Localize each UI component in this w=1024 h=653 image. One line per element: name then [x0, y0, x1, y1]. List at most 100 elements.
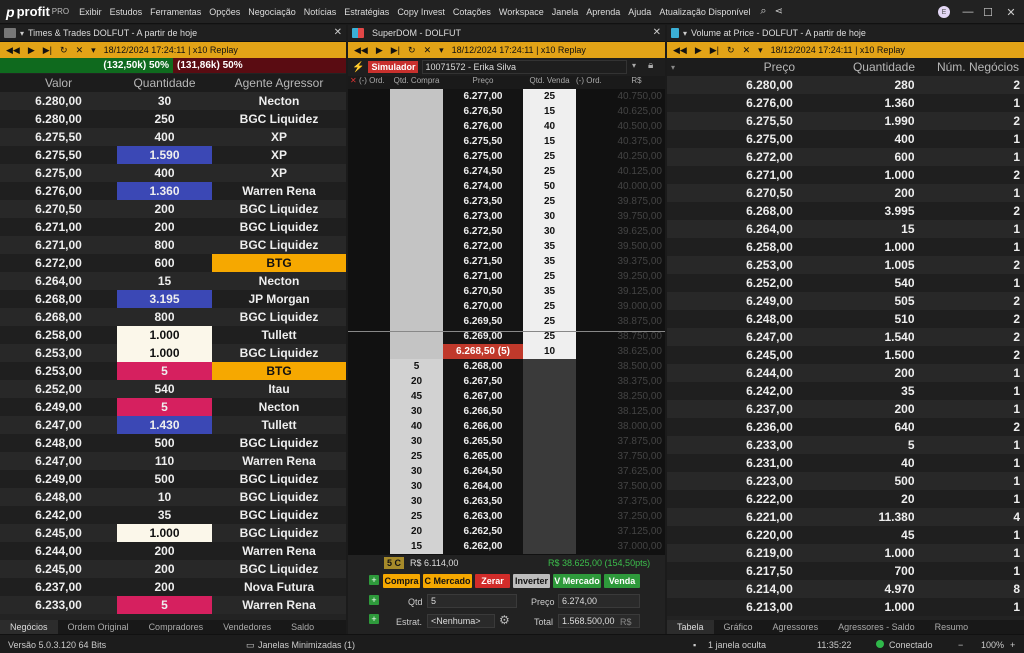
chevron-down-icon[interactable]: ▾	[683, 29, 687, 38]
dom-row[interactable]: 15 6.262,00 37.000,00	[348, 539, 665, 554]
trade-row[interactable]: 6.253,00 1.000 BGC Liquidez	[0, 344, 346, 362]
vap-row[interactable]: 6.264,00 15 1	[667, 220, 1024, 238]
dom-row[interactable]: 6.276,50 15 40.625,00	[348, 104, 665, 119]
menu-item[interactable]: Negociação	[244, 7, 300, 17]
price-cell[interactable]: 6.274,00	[443, 179, 523, 194]
sort-icon[interactable]: ▾	[667, 63, 685, 72]
price-cell[interactable]: 6.263,00	[443, 509, 523, 524]
dom-row[interactable]: 45 6.267,00 38.250,00	[348, 389, 665, 404]
price-cell[interactable]: 6.263,50	[443, 494, 523, 509]
col-valor[interactable]: Valor	[0, 76, 117, 90]
dom-row[interactable]: 40 6.266,00 38.000,00	[348, 419, 665, 434]
vap-row[interactable]: 6.275,00 400 1	[667, 130, 1024, 148]
stop-icon[interactable]: ✕	[424, 45, 432, 56]
trade-row[interactable]: 6.247,00 110 Warren Rena	[0, 452, 346, 470]
vap-row[interactable]: 6.270,50 200 1	[667, 184, 1024, 202]
price-cell[interactable]: 6.276,00	[443, 119, 523, 134]
lock-icon[interactable]: 🔒︎	[648, 60, 653, 71]
menu-item[interactable]: Estratégias	[340, 7, 393, 17]
menu-item[interactable]: Notícias	[300, 7, 341, 17]
trade-row[interactable]: 6.275,50 1.590 XP	[0, 146, 346, 164]
trade-row[interactable]: 6.280,00 250 BGC Liquidez	[0, 110, 346, 128]
dom-row[interactable]: 6.270,00 25 39.000,00	[348, 299, 665, 314]
vap-row[interactable]: 6.253,00 1.005 2	[667, 256, 1024, 274]
price-cell[interactable]: 6.266,00	[443, 419, 523, 434]
vap-row[interactable]: 6.213,00 1.000 1	[667, 598, 1024, 616]
vap-row[interactable]: 6.271,00 1.000 2	[667, 166, 1024, 184]
col-ord-buy[interactable]: ✕ (-) Ord.	[348, 76, 390, 89]
dom-row[interactable]: 6.268,50 (5) 10 38.625,00	[348, 344, 665, 359]
trade-row[interactable]: 6.242,00 35 BGC Liquidez	[0, 506, 346, 524]
refresh-icon[interactable]: ↻	[408, 45, 416, 56]
trade-row[interactable]: 6.275,50 400 XP	[0, 128, 346, 146]
add-icon[interactable]: +	[369, 575, 379, 585]
price-cell[interactable]: 6.272,50	[443, 224, 523, 239]
trade-row[interactable]: 6.233,00 5 Warren Rena	[0, 596, 346, 614]
trade-row[interactable]: 6.268,00 800 BGC Liquidez	[0, 308, 346, 326]
zoom-out-icon[interactable]: −	[958, 640, 963, 650]
vap-row[interactable]: 6.236,00 640 2	[667, 418, 1024, 436]
reverse-button[interactable]: Inverter	[513, 574, 550, 588]
dom-row[interactable]: 6.272,00 35 39.500,00	[348, 239, 665, 254]
buy-market-button[interactable]: C Mercado	[423, 574, 472, 588]
menu-item[interactable]: Ajuda	[624, 7, 655, 17]
tab-0[interactable]: Tabela	[667, 620, 714, 634]
price-cell[interactable]: 6.270,00	[443, 299, 523, 314]
trade-row[interactable]: 6.253,00 5 BTG	[0, 362, 346, 380]
price-cell[interactable]: 6.268,00	[443, 359, 523, 374]
vap-row[interactable]: 6.233,00 5 1	[667, 436, 1024, 454]
tab-3[interactable]: Agressores - Saldo	[828, 620, 925, 634]
price-cell[interactable]: 6.275,00	[443, 149, 523, 164]
trade-row[interactable]: 6.245,00 1.000 BGC Liquidez	[0, 524, 346, 542]
vap-row[interactable]: 6.280,00 280 2	[667, 76, 1024, 94]
vap-row[interactable]: 6.219,00 1.000 1	[667, 544, 1024, 562]
menu-item[interactable]: Exibir	[75, 7, 106, 17]
step-icon[interactable]: ▶|	[710, 45, 719, 56]
dom-row[interactable]: 6.274,50 25 40.125,00	[348, 164, 665, 179]
minimized-windows[interactable]: Janelas Minimizadas (1)	[258, 640, 355, 650]
tab-2[interactable]: Compradores	[139, 620, 214, 634]
add-icon[interactable]: +	[369, 595, 379, 605]
trade-row[interactable]: 6.271,00 200 BGC Liquidez	[0, 218, 346, 236]
vap-row[interactable]: 6.247,00 1.540 2	[667, 328, 1024, 346]
avatar[interactable]: E	[938, 6, 950, 18]
trade-row[interactable]: 6.270,50 200 BGC Liquidez	[0, 200, 346, 218]
price-cell[interactable]: 6.262,00	[443, 539, 523, 554]
dom-row[interactable]: 30 6.266,50 38.125,00	[348, 404, 665, 419]
dom-row[interactable]: 6.270,50 35 39.125,00	[348, 284, 665, 299]
dropdown-icon[interactable]: ▾	[91, 45, 96, 56]
trade-row[interactable]: 6.237,00 200 Nova Futura	[0, 578, 346, 596]
tab-3[interactable]: Vendedores	[213, 620, 281, 634]
menu-item[interactable]: Janela	[548, 7, 583, 17]
play-icon[interactable]: ▶	[28, 45, 35, 56]
sell-button[interactable]: Venda	[604, 574, 640, 588]
price-cell[interactable]: 6.264,00	[443, 479, 523, 494]
rewind-icon[interactable]: ◀◀	[354, 45, 368, 56]
vap-row[interactable]: 6.268,00 3.995 2	[667, 202, 1024, 220]
price-cell[interactable]: 6.272,00	[443, 239, 523, 254]
sell-market-button[interactable]: V Mercado	[553, 574, 601, 588]
vap-row[interactable]: 6.242,00 35 1	[667, 382, 1024, 400]
vap-row[interactable]: 6.237,00 200 1	[667, 400, 1024, 418]
play-icon[interactable]: ▶	[695, 45, 702, 56]
trade-row[interactable]: 6.271,00 800 BGC Liquidez	[0, 236, 346, 254]
vap-row[interactable]: 6.231,00 40 1	[667, 454, 1024, 472]
dom-row[interactable]: 5 6.268,00 38.500,00	[348, 359, 665, 374]
col-rs[interactable]: R$	[608, 76, 665, 89]
menu-item[interactable]: Opções	[205, 7, 244, 17]
trade-row[interactable]: 6.247,00 1.430 Tullett	[0, 416, 346, 434]
dom-row[interactable]: 6.272,50 30 39.625,00	[348, 224, 665, 239]
price-cell[interactable]: 6.267,50	[443, 374, 523, 389]
dom-row[interactable]: 25 6.263,00 37.250,00	[348, 509, 665, 524]
qtd-input[interactable]: 5	[427, 594, 517, 608]
trade-row[interactable]: 6.275,00 400 XP	[0, 164, 346, 182]
col-preco[interactable]: Preço	[685, 60, 795, 74]
menu-item[interactable]: Estudos	[106, 7, 147, 17]
menu-item[interactable]: Workspace	[495, 7, 548, 17]
dom-row[interactable]: 6.273,50 25 39.875,00	[348, 194, 665, 209]
price-cell[interactable]: 6.274,50	[443, 164, 523, 179]
price-cell[interactable]: 6.275,50	[443, 134, 523, 149]
menu-item[interactable]: Aprenda	[582, 7, 624, 17]
dom-row[interactable]: 6.271,00 25 39.250,00	[348, 269, 665, 284]
play-icon[interactable]: ▶	[376, 45, 383, 56]
